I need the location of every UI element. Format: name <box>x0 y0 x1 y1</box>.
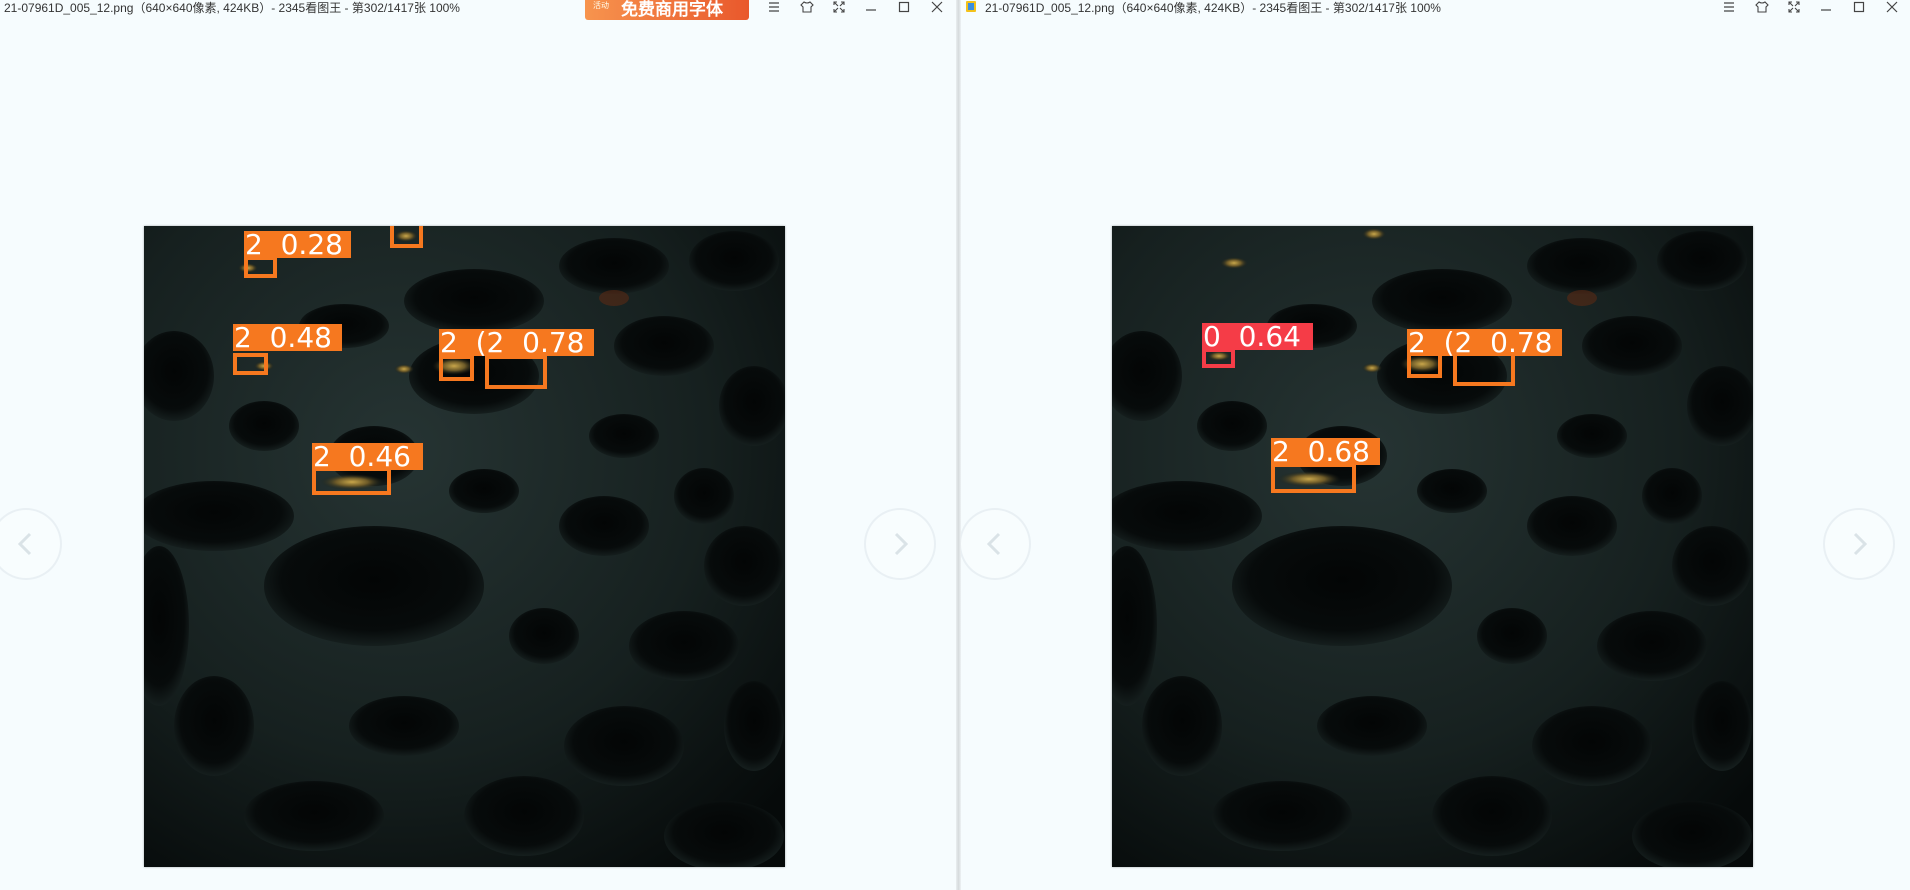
menu-icon[interactable] <box>763 0 785 14</box>
minimize-icon[interactable] <box>1815 0 1837 14</box>
skin-icon[interactable] <box>1751 0 1773 14</box>
window-title: 21-07961D_005_12.png（640×640像素, 424KB）- … <box>985 1 1441 15</box>
detection-label: 2 (2 0.78 <box>439 329 594 356</box>
detection-box <box>312 467 391 495</box>
titlebar: 21-07961D_005_12.png（640×640像素, 424KB）- … <box>0 0 956 20</box>
detection-box <box>244 256 277 278</box>
titlebar: 21-07961D_005_12.png（640×640像素, 424KB）- … <box>961 0 1910 15</box>
prev-image-button[interactable] <box>0 508 62 580</box>
detection-box <box>485 355 547 389</box>
chevron-right-icon <box>894 532 909 556</box>
detection-label: 2 0.46 <box>312 443 423 470</box>
tissue-texture <box>144 226 785 867</box>
detection-label: 2 0.48 <box>233 324 342 351</box>
ad-text: 免费商用字体 <box>621 0 723 19</box>
prev-image-button[interactable] <box>961 508 1031 580</box>
left-viewer-window: 21-07961D_005_12.png（640×640像素, 424KB）- … <box>0 0 956 890</box>
detection-box <box>1453 352 1515 386</box>
window-title: 21-07961D_005_12.png（640×640像素, 424KB）- … <box>4 1 460 15</box>
next-image-button[interactable] <box>1823 508 1895 580</box>
fullscreen-icon[interactable] <box>828 0 850 14</box>
next-image-button[interactable] <box>864 508 936 580</box>
skin-icon[interactable] <box>796 0 818 14</box>
detection-box <box>1202 348 1235 368</box>
detection-label: 2 (2 0.78 <box>1407 329 1562 356</box>
maximize-icon[interactable] <box>893 0 915 14</box>
microscope-image: 2 0.28 2 0.48 2 (2 0.78 2 0.46 <box>144 226 785 867</box>
microscope-image: 0 0.64 2 (2 0.78 2 0.68 <box>1112 226 1753 867</box>
fullscreen-icon[interactable] <box>1783 0 1805 14</box>
menu-icon[interactable] <box>1718 0 1740 14</box>
detection-box <box>1271 463 1356 493</box>
ad-banner[interactable]: 活动 免费商用字体 <box>585 0 749 20</box>
ad-badge: 活动 <box>593 1 609 10</box>
app-icon <box>966 1 976 12</box>
detection-label: 2 0.28 <box>244 231 351 258</box>
detection-label: 0 0.64 <box>1202 323 1313 350</box>
maximize-icon[interactable] <box>1848 0 1870 14</box>
minimize-icon[interactable] <box>860 0 882 14</box>
detection-label: 2 0.68 <box>1271 438 1380 465</box>
chevron-left-icon <box>986 532 1001 556</box>
close-icon[interactable] <box>926 0 948 14</box>
chevron-right-icon <box>1853 532 1868 556</box>
detection-box <box>439 355 474 381</box>
detection-box <box>390 226 423 248</box>
right-viewer-window: 21-07961D_005_12.png（640×640像素, 424KB）- … <box>961 0 1910 890</box>
chevron-left-icon <box>17 532 32 556</box>
close-icon[interactable] <box>1881 0 1903 14</box>
detection-box <box>233 353 268 375</box>
